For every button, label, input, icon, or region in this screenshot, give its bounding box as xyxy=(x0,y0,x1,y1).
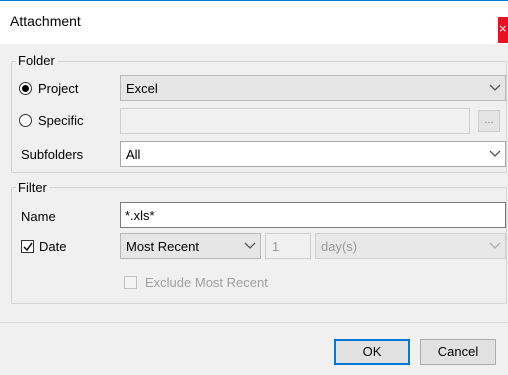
specific-radio[interactable] xyxy=(19,114,32,127)
date-checkbox[interactable] xyxy=(21,240,34,253)
subfolders-label: Subfolders xyxy=(21,147,84,162)
browse-button-label: ... xyxy=(484,114,494,126)
window-title: Attachment xyxy=(10,13,81,29)
date-mode-dropdown[interactable]: Most Recent xyxy=(120,233,261,259)
close-button[interactable]: × xyxy=(498,17,508,43)
date-mode-value: Most Recent xyxy=(126,239,199,254)
title-accent-line xyxy=(0,0,508,1)
date-label: Date xyxy=(39,239,67,254)
project-dropdown[interactable]: Excel xyxy=(120,75,506,101)
exclude-most-recent-checkbox[interactable] xyxy=(124,276,137,289)
cancel-button[interactable]: Cancel xyxy=(420,339,496,365)
subfolders-dropdown-value: All xyxy=(126,147,141,162)
specific-label: Specific xyxy=(38,113,84,128)
cancel-button-label: Cancel xyxy=(437,344,479,359)
button-area-separator xyxy=(0,322,508,323)
ok-button[interactable]: OK xyxy=(334,339,410,365)
chevron-down-icon xyxy=(489,242,501,249)
ok-button-label: OK xyxy=(362,344,382,359)
chevron-down-icon xyxy=(244,242,256,249)
project-radio[interactable] xyxy=(19,82,32,95)
checkmark-icon xyxy=(23,242,33,252)
chevron-down-icon xyxy=(489,84,501,91)
day-count-field[interactable]: 1 xyxy=(265,233,311,259)
specific-path-field[interactable] xyxy=(120,108,470,134)
close-icon: × xyxy=(499,21,507,36)
project-dropdown-value: Excel xyxy=(126,81,158,96)
radio-selected-dot xyxy=(22,85,29,92)
unit-dropdown[interactable]: day(s) xyxy=(315,233,506,259)
folder-group-legend: Folder xyxy=(16,53,57,68)
chevron-down-icon xyxy=(489,150,501,157)
filter-group-legend: Filter xyxy=(16,180,49,195)
name-filter-input[interactable] xyxy=(120,202,506,228)
exclude-most-recent-label: Exclude Most Recent xyxy=(145,275,268,290)
project-label: Project xyxy=(38,81,79,96)
title-bar: Attachment × xyxy=(0,0,508,44)
day-count-value: 1 xyxy=(272,239,280,254)
browse-button[interactable]: ... xyxy=(478,110,500,132)
name-label: Name xyxy=(21,209,56,224)
subfolders-dropdown[interactable]: All xyxy=(120,141,506,167)
unit-dropdown-value: day(s) xyxy=(321,239,358,254)
